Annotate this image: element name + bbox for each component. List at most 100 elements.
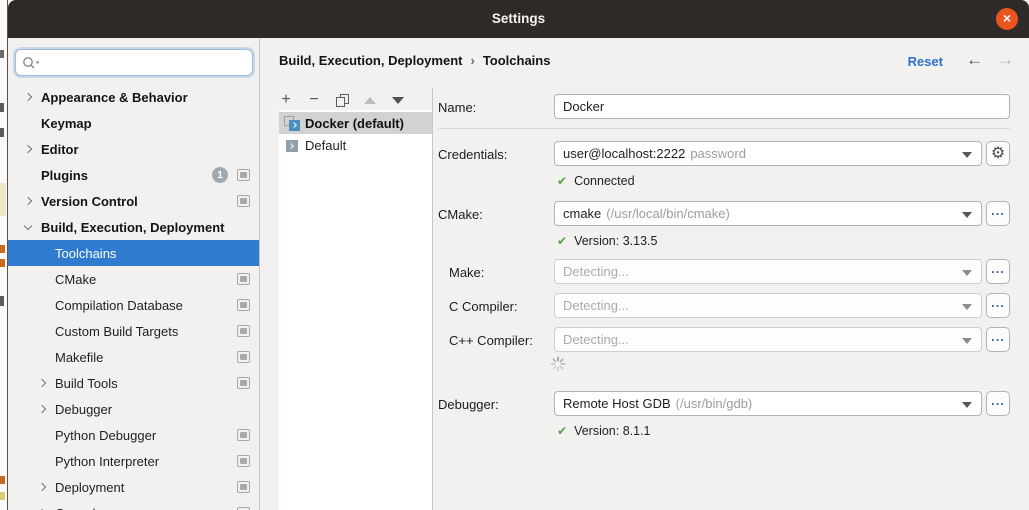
sidebar-item-version-control[interactable]: Version Control [8, 188, 259, 214]
copy-icon [336, 94, 349, 107]
cmake-value: cmake [563, 206, 601, 221]
settings-indicator-icon [237, 455, 250, 467]
reset-button[interactable]: Reset [908, 54, 943, 69]
sidebar-item-label: Deployment [55, 480, 124, 495]
sidebar-item-label: Makefile [55, 350, 103, 365]
breadcrumb-separator-icon: › [470, 53, 474, 68]
settings-indicator-icon [237, 377, 250, 389]
name-label: Name: [438, 100, 476, 115]
c-compiler-combobox[interactable]: Detecting... [554, 293, 982, 318]
credentials-settings-button[interactable]: ⚙ [986, 141, 1010, 166]
panel-divider [432, 88, 433, 510]
forward-arrow-icon[interactable]: → [997, 50, 1014, 70]
make-browse-button[interactable]: ... [986, 259, 1010, 284]
titlebar[interactable]: Settings × [8, 0, 1029, 38]
settings-indicator-icon [237, 169, 250, 181]
sidebar-item-label: Debugger [55, 402, 112, 417]
search-input[interactable] [45, 55, 252, 70]
credentials-status-text: Connected [574, 174, 634, 188]
cpp-compiler-combobox[interactable]: Detecting... [554, 327, 982, 352]
settings-indicator-icon [237, 195, 250, 207]
sidebar-item-label: Editor [41, 142, 79, 157]
c-compiler-browse-button[interactable]: ... [986, 293, 1010, 318]
sidebar-item-editor[interactable]: Editor [8, 136, 259, 162]
plugins-count-badge: 1 [212, 167, 228, 183]
toolchain-toolbar: + − [279, 90, 405, 110]
sidebar-item-python-debugger[interactable]: Python Debugger [8, 422, 259, 448]
toolchain-list-item-docker[interactable]: Docker (default) [279, 112, 432, 134]
debugger-combobox[interactable]: Remote Host GDB (/usr/bin/gdb) [554, 391, 982, 416]
search-icon[interactable] [22, 56, 41, 70]
settings-indicator-icon [237, 429, 250, 441]
sidebar-item-custom-build-targets[interactable]: Custom Build Targets [8, 318, 259, 344]
breadcrumb-current[interactable]: Toolchains [483, 53, 551, 68]
remove-toolchain-button[interactable]: − [307, 93, 321, 107]
credentials-combobox[interactable]: user@localhost:2222 password [554, 141, 982, 166]
chevron-right-icon [38, 379, 46, 387]
make-label: Make: [449, 265, 484, 280]
arrow-down-icon [392, 97, 404, 104]
cmake-version-text: Version: 3.13.5 [574, 234, 657, 248]
sidebar-item-python-interpreter[interactable]: Python Interpreter [8, 448, 259, 474]
sidebar-item-plugins[interactable]: Plugins1 [8, 162, 259, 188]
ellipsis-icon: ... [991, 264, 1005, 274]
close-button[interactable]: × [996, 8, 1018, 30]
loading-spinner-icon [550, 356, 566, 375]
sidebar-item-label: Compilation Database [55, 298, 183, 313]
cmake-combobox[interactable]: cmake (/usr/local/bin/cmake) [554, 201, 982, 226]
sidebar-item-keymap[interactable]: Keymap [8, 110, 259, 136]
chevron-right-icon [38, 483, 46, 491]
chevron-down-icon [24, 221, 32, 229]
combo-arrow-icon [962, 304, 972, 310]
breadcrumb-parent[interactable]: Build, Execution, Deployment [279, 53, 462, 68]
combo-arrow-icon [962, 270, 972, 276]
cpp-compiler-label: C++ Compiler: [449, 333, 533, 348]
toolchain-list-item-default[interactable]: Default [279, 134, 432, 156]
sidebar-item-build-execution-deployment[interactable]: Build, Execution, Deployment [8, 214, 259, 240]
debugger-browse-button[interactable]: ... [986, 391, 1010, 416]
cmake-status: ✔ Version: 3.13.5 [557, 234, 657, 248]
toolchain-icon [284, 116, 300, 131]
make-combobox[interactable]: Detecting... [554, 259, 982, 284]
check-icon: ✔ [557, 174, 567, 188]
toolchain-icon [284, 138, 300, 153]
sidebar-item-makefile[interactable]: Makefile [8, 344, 259, 370]
chevron-right-icon [38, 405, 46, 413]
settings-dialog: Settings × Appearance & Behavior Keymap … [7, 0, 1029, 510]
sidebar-item-label: Build, Execution, Deployment [41, 220, 224, 235]
sidebar-item-toolchains[interactable]: Toolchains [8, 240, 259, 266]
cmake-label: CMake: [438, 207, 483, 222]
sidebar-item-label: Toolchains [55, 246, 116, 261]
chevron-right-icon [24, 145, 32, 153]
back-arrow-icon[interactable]: ← [966, 50, 983, 70]
combo-arrow-icon [962, 402, 972, 408]
cpp-compiler-browse-button[interactable]: ... [986, 327, 1010, 352]
sidebar-item-compilation-database[interactable]: Compilation Database [8, 292, 259, 318]
sidebar-item-build-tools[interactable]: Build Tools [8, 370, 259, 396]
move-up-button[interactable] [363, 93, 377, 107]
settings-tree: Appearance & Behavior Keymap Editor Plug… [8, 84, 259, 510]
sidebar-item-debugger[interactable]: Debugger [8, 396, 259, 422]
cpp-compiler-detecting-text: Detecting... [563, 332, 629, 347]
sidebar-item-appearance-behavior[interactable]: Appearance & Behavior [8, 84, 259, 110]
settings-indicator-icon [237, 351, 250, 363]
sidebar-item-label: Python Interpreter [55, 454, 159, 469]
credentials-label: Credentials: [438, 147, 507, 162]
copy-toolchain-button[interactable] [335, 93, 349, 107]
arrow-up-icon [364, 97, 376, 104]
chevron-right-icon [24, 197, 32, 205]
sidebar-item-cmake[interactable]: CMake [8, 266, 259, 292]
name-input[interactable] [554, 94, 1010, 119]
ellipsis-icon: ... [991, 298, 1005, 308]
toolchain-item-label: Default [305, 138, 346, 153]
ellipsis-icon: ... [991, 332, 1005, 342]
toolchain-item-label: Docker (default) [305, 116, 404, 131]
sidebar-item-console[interactable]: Console [8, 500, 259, 510]
settings-sidebar: Appearance & Behavior Keymap Editor Plug… [8, 38, 260, 510]
sidebar-item-deployment[interactable]: Deployment [8, 474, 259, 500]
debugger-path-hint: (/usr/bin/gdb) [676, 396, 753, 411]
add-toolchain-button[interactable]: + [279, 93, 293, 107]
search-box[interactable] [15, 49, 253, 76]
cmake-browse-button[interactable]: ... [986, 201, 1010, 226]
move-down-button[interactable] [391, 93, 405, 107]
